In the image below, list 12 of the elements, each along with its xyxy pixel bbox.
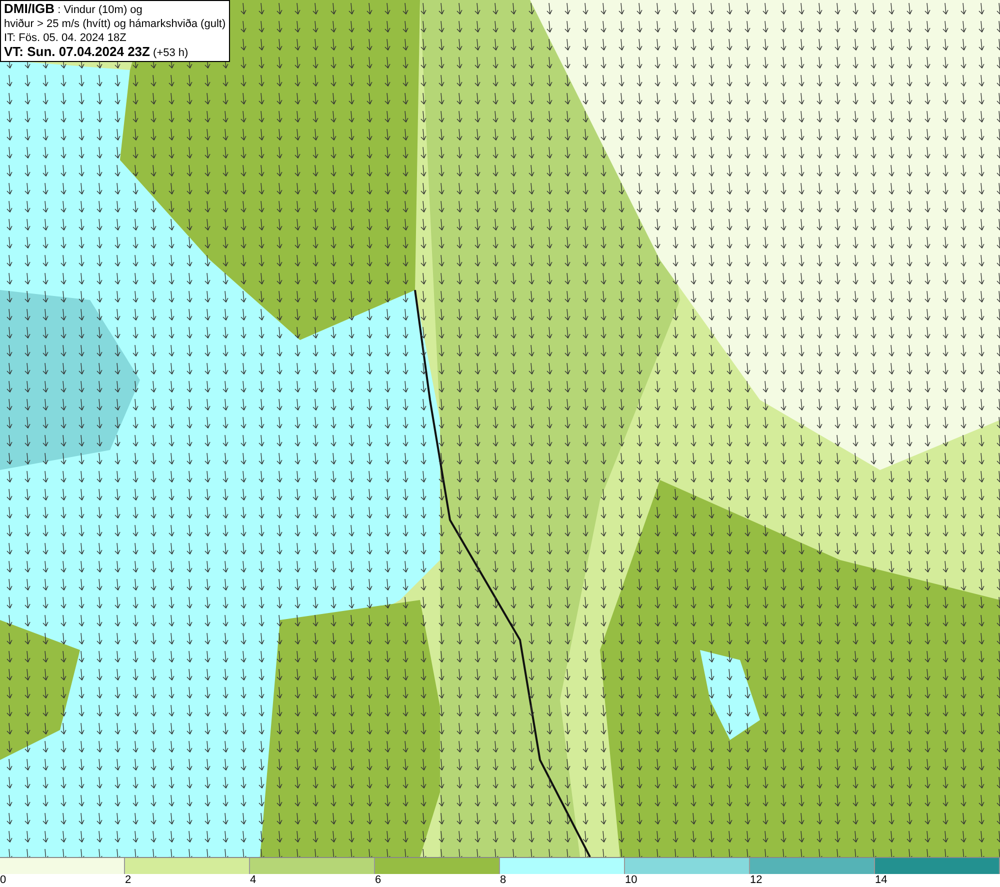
legend-tick-label: 2 (125, 874, 132, 887)
legend-tick-label: 8 (500, 874, 508, 887)
title-line: hviður > 25 m/s (hvítt) og hámarkshviða (gult) (4, 17, 226, 31)
legend-tick-label: 0 (0, 874, 8, 887)
legend-tick-label: 6 (375, 874, 382, 887)
legend-tick-label: 12 (750, 874, 764, 887)
title-line: IT: Fös. 05. 04. 2024 18Z (4, 31, 128, 45)
legend-tick-label: 4 (250, 874, 258, 887)
legend-tick-label: 14 (875, 874, 888, 887)
legend-tick-label: 10 (625, 874, 638, 887)
title-line: VT: Sun. 07.04.2024 23Z (+53 h) (4, 45, 190, 60)
title-line: DMI/IGB : Vindur (10m) og (4, 2, 144, 17)
